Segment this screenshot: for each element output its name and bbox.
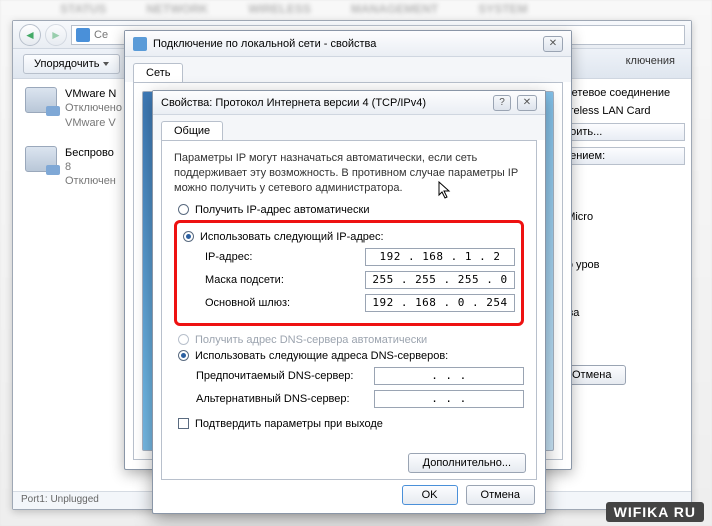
radio-manual-dns[interactable]: Использовать следующие адреса DNS-сервер… (178, 350, 524, 362)
radio-auto-ip[interactable]: Получить IP-адрес автоматически (178, 204, 524, 216)
nav-back-button[interactable]: ◄ (19, 24, 41, 46)
confirm-on-exit-checkbox[interactable]: Подтвердить параметры при выходе (178, 418, 524, 430)
window-title: Подключение по локальной сети - свойства (153, 38, 376, 50)
adapter-status: Отключено (65, 101, 122, 115)
ip-address-input[interactable]: 192 . 168 . 1 . 2 (365, 248, 515, 266)
stub-button[interactable]: роить... (557, 123, 685, 141)
radio-label: Использовать следующий IP-адрес: (200, 231, 384, 243)
window-title: Свойства: Протокол Интернета версии 4 (T… (161, 97, 426, 109)
close-button[interactable]: ✕ (543, 36, 563, 52)
stub-button[interactable]: нением: (557, 147, 685, 165)
gateway-input[interactable]: 192 . 168 . 0 . 254 (365, 294, 515, 312)
right-line: е сетевое соединение (557, 87, 685, 99)
checkbox-icon (178, 418, 189, 429)
adapter-icon (25, 146, 57, 172)
ip-label: IP-адрес: (205, 251, 252, 263)
radio-icon (178, 350, 189, 361)
radio-icon (178, 204, 189, 215)
connections-hint: ключения (626, 55, 675, 67)
cancel-button[interactable]: Отмена (466, 485, 535, 505)
adapter-status: 8 (65, 160, 116, 174)
right-line: Wireless LAN Card (557, 105, 685, 117)
tab-general[interactable]: Общие (161, 121, 223, 140)
radio-icon (178, 334, 189, 345)
organize-button[interactable]: Упорядочить (23, 54, 120, 74)
radio-icon (183, 231, 194, 242)
radio-label: Использовать следующие адреса DNS-сервер… (195, 350, 448, 362)
right-side-panel: е сетевое соединение Wireless LAN Card р… (551, 79, 691, 491)
radio-label: Получить адрес DNS-сервера автоматически (195, 334, 427, 346)
nav-forward-button[interactable]: ► (45, 24, 67, 46)
adapter-sub: VMware V (65, 116, 122, 130)
chevron-down-icon (103, 62, 109, 66)
network-icon (76, 28, 90, 42)
adapter-sub: Отключен (65, 174, 116, 188)
tcpip-properties-window: Свойства: Протокол Интернета версии 4 (T… (152, 90, 546, 514)
mask-label: Маска подсети: (205, 274, 284, 286)
radio-label: Получить IP-адрес автоматически (195, 204, 369, 216)
dns1-label: Предпочитаемый DNS-сервер: (196, 370, 353, 382)
adapter-icon (25, 87, 57, 113)
bg-menu: STATUSNETWORKWIRELESSMANAGEMENTSYSTEM (0, 2, 712, 20)
address-text: Се (94, 29, 108, 41)
advanced-button[interactable]: Дополнительно... (408, 453, 526, 473)
preferred-dns-input[interactable]: . . . (374, 367, 524, 385)
right-line: ства (557, 307, 685, 319)
adapter-title: Беспрово (65, 146, 116, 160)
close-button[interactable]: ✕ (517, 95, 537, 111)
help-button[interactable]: ? (493, 95, 511, 111)
dns2-label: Альтернативный DNS-сервер: (196, 393, 350, 405)
organize-label: Упорядочить (34, 58, 99, 70)
right-line: й Micro (557, 211, 685, 223)
window-icon (133, 37, 147, 51)
description-text: Параметры IP могут назначаться автоматич… (174, 151, 524, 196)
subnet-mask-input[interactable]: 255 . 255 . 255 . 0 (365, 271, 515, 289)
radio-auto-dns: Получить адрес DNS-сервера автоматически (178, 334, 524, 346)
watermark-logo: WIFIKA RU (606, 502, 704, 522)
right-line: ого уров (557, 259, 685, 271)
tab-network[interactable]: Сеть (133, 63, 183, 82)
highlight-box: Использовать следующий IP-адрес: IP-адре… (174, 220, 524, 326)
gateway-label: Основной шлюз: (205, 297, 290, 309)
ok-button[interactable]: OK (402, 485, 458, 505)
radio-manual-ip[interactable]: Использовать следующий IP-адрес: (183, 231, 515, 243)
checkbox-label: Подтвердить параметры при выходе (195, 418, 383, 430)
adapter-title: VMware N (65, 87, 122, 101)
alternate-dns-input[interactable]: . . . (374, 390, 524, 408)
